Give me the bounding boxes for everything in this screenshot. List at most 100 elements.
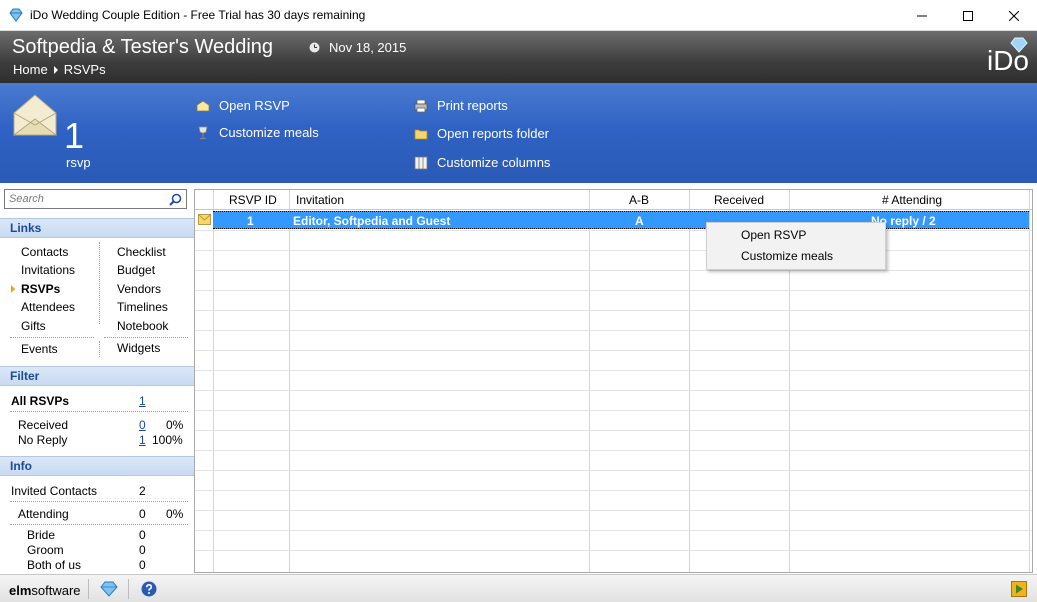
info-attending-pct: 0% bbox=[166, 507, 184, 521]
maximize-button[interactable] bbox=[945, 0, 991, 31]
customize-columns-action[interactable]: Customize columns bbox=[414, 155, 550, 170]
folder-icon bbox=[414, 129, 428, 139]
context-menu-customize-meals[interactable]: Customize meals bbox=[741, 249, 833, 263]
customize-meals-action[interactable]: Customize meals bbox=[196, 125, 319, 140]
breadcrumb: Home RSVPs bbox=[13, 62, 106, 77]
column-divider bbox=[289, 190, 290, 572]
sidebar-item-timelines[interactable]: Timelines bbox=[117, 300, 168, 314]
table-row[interactable]: 1 Editor, Softpedia and Guest A No reply… bbox=[213, 211, 1029, 229]
row-divider bbox=[195, 230, 1032, 231]
ido-logo: iDo bbox=[986, 45, 1029, 76]
printer-icon bbox=[414, 99, 428, 112]
print-reports-action[interactable]: Print reports bbox=[414, 98, 508, 113]
row-divider bbox=[195, 350, 1032, 351]
sidebar-item-checklist[interactable]: Checklist bbox=[117, 245, 166, 259]
info-groom-label: Groom bbox=[27, 543, 64, 557]
info-bride-label: Bride bbox=[27, 528, 56, 542]
filter-noreply-count[interactable]: 1 bbox=[139, 433, 146, 447]
app-header: Softpedia & Tester's Wedding Nov 18, 201… bbox=[0, 31, 1037, 83]
row-divider bbox=[195, 550, 1032, 551]
open-reports-folder-label: Open reports folder bbox=[437, 126, 550, 141]
column-header-received[interactable]: Received bbox=[714, 190, 764, 210]
filter-noreply-label[interactable]: No Reply bbox=[18, 433, 67, 447]
maximize-icon bbox=[963, 10, 973, 21]
open-rsvp-action[interactable]: Open RSVP bbox=[196, 98, 290, 113]
rsvp-count-label: rsvp bbox=[66, 155, 91, 170]
clock-icon bbox=[309, 42, 320, 53]
row-divider bbox=[195, 330, 1032, 331]
filter-all-label[interactable]: All RSVPs bbox=[11, 394, 69, 408]
sidebar-item-events[interactable]: Events bbox=[21, 342, 58, 356]
column-header-rsvp-id[interactable]: RSVP ID bbox=[229, 190, 277, 210]
breadcrumb-home[interactable]: Home bbox=[13, 62, 48, 77]
action-bar: 1 rsvp Open RSVP Customize meals Print r… bbox=[0, 83, 1037, 183]
breadcrumb-arrow-icon bbox=[53, 65, 58, 74]
column-divider bbox=[1029, 190, 1030, 572]
sidebar-item-gifts[interactable]: Gifts bbox=[21, 319, 46, 333]
search-input[interactable]: Search bbox=[4, 189, 187, 209]
row-divider bbox=[195, 430, 1032, 431]
sidebar-item-rsvps[interactable]: RSVPs bbox=[21, 282, 60, 296]
elmsoftware-logo: elmsoftware bbox=[9, 583, 81, 598]
search-icon[interactable] bbox=[169, 193, 182, 206]
window-title: iDo Wedding Couple Edition - Free Trial … bbox=[30, 8, 366, 22]
filter-section-title: Filter bbox=[0, 366, 194, 386]
wedding-date: Nov 18, 2015 bbox=[329, 40, 407, 55]
links-section-title: Links bbox=[0, 218, 194, 238]
diamond-status-icon[interactable] bbox=[100, 581, 118, 597]
envelope-row-icon bbox=[198, 214, 211, 225]
info-both-label: Both of us bbox=[27, 558, 82, 572]
filter-all-count[interactable]: 1 bbox=[139, 394, 146, 408]
sidebar-item-attendees[interactable]: Attendees bbox=[21, 300, 75, 314]
info-both-value: 0 bbox=[139, 558, 146, 572]
info-bride-value: 0 bbox=[139, 528, 146, 542]
sidebar-item-widgets[interactable]: Widgets bbox=[117, 341, 160, 355]
open-rsvp-label: Open RSVP bbox=[219, 98, 290, 113]
context-menu-open-rsvp[interactable]: Open RSVP bbox=[741, 228, 806, 242]
status-separator bbox=[88, 579, 89, 599]
rsvp-count: 1 bbox=[64, 115, 85, 156]
links-divider bbox=[104, 337, 188, 338]
play-icon[interactable] bbox=[1011, 581, 1027, 597]
row-divider bbox=[195, 470, 1032, 471]
sidebar-item-contacts[interactable]: Contacts bbox=[21, 245, 68, 259]
elm-logo-rest: software bbox=[31, 583, 81, 598]
filter-received-label[interactable]: Received bbox=[18, 418, 68, 432]
row-divider bbox=[195, 290, 1032, 291]
links-divider bbox=[10, 337, 94, 338]
sidebar-item-budget[interactable]: Budget bbox=[117, 263, 155, 277]
minimize-button[interactable] bbox=[899, 0, 945, 31]
elm-logo-bold: elm bbox=[9, 583, 32, 598]
filter-divider bbox=[10, 411, 188, 412]
close-icon bbox=[1009, 10, 1019, 21]
row-divider bbox=[195, 510, 1032, 511]
cell-ab: A bbox=[635, 214, 644, 228]
help-icon[interactable] bbox=[141, 581, 157, 597]
sidebar-item-invitations[interactable]: Invitations bbox=[21, 263, 75, 277]
sidebar-item-vendors[interactable]: Vendors bbox=[117, 282, 161, 296]
cell-rsvp-id: 1 bbox=[247, 214, 254, 228]
info-invited-label: Invited Contacts bbox=[11, 484, 98, 498]
filter-received-count[interactable]: 0 bbox=[139, 418, 146, 432]
column-header-ab[interactable]: A-B bbox=[629, 190, 649, 210]
rsvp-table: RSVP ID Invitation A-B Received # Attend… bbox=[194, 189, 1033, 573]
goblet-icon bbox=[198, 126, 208, 139]
breadcrumb-rsvps[interactable]: RSVPs bbox=[64, 62, 106, 77]
row-divider bbox=[195, 450, 1032, 451]
sidebar-item-notebook[interactable]: Notebook bbox=[117, 319, 168, 333]
wedding-title: Softpedia & Tester's Wedding bbox=[12, 36, 274, 58]
info-invited-value: 2 bbox=[139, 484, 146, 498]
info-attending-label: Attending bbox=[18, 507, 69, 521]
close-button[interactable] bbox=[991, 0, 1037, 31]
column-divider bbox=[213, 190, 214, 572]
active-arrow-icon bbox=[11, 285, 15, 293]
filter-received-pct: 0% bbox=[166, 418, 184, 432]
column-header-attending[interactable]: # Attending bbox=[882, 190, 942, 210]
table-header: RSVP ID Invitation A-B Received # Attend… bbox=[195, 190, 1032, 210]
column-divider bbox=[589, 190, 590, 572]
search-placeholder: Search bbox=[9, 193, 44, 205]
status-separator bbox=[128, 579, 129, 599]
open-reports-folder-action[interactable]: Open reports folder bbox=[414, 126, 549, 141]
row-divider bbox=[195, 390, 1032, 391]
column-header-invitation[interactable]: Invitation bbox=[296, 190, 344, 210]
